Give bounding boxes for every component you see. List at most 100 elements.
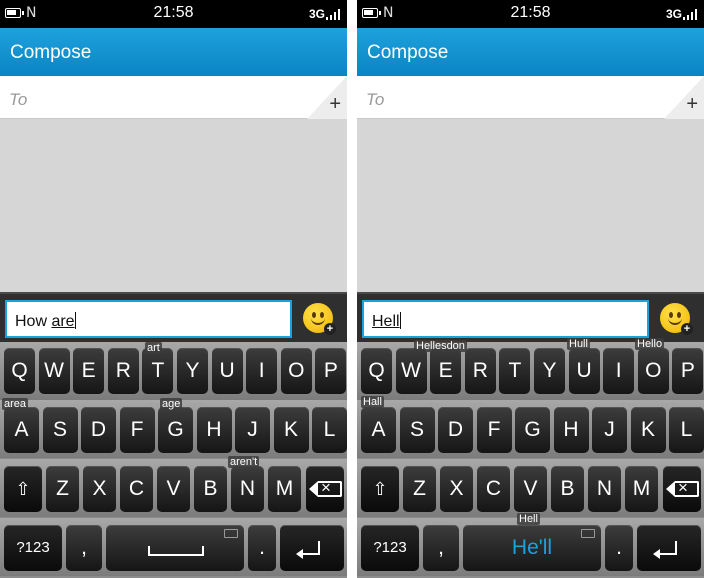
key-c[interactable]: C (120, 466, 153, 512)
word-suggestion[interactable]: art (145, 342, 162, 354)
key-o[interactable]: O (637, 348, 669, 394)
key-b[interactable]: B (551, 466, 584, 512)
key-q[interactable]: Q (361, 348, 392, 394)
key-w[interactable]: W (395, 348, 427, 394)
enter-key[interactable] (280, 525, 344, 571)
key-n[interactable]: N (588, 466, 621, 512)
key-n[interactable]: N (231, 466, 264, 512)
key-p[interactable]: P (672, 348, 704, 394)
key-f[interactable]: F (119, 407, 155, 453)
emoji-plus-icon: + (681, 323, 693, 335)
key-q[interactable]: Q (4, 348, 35, 394)
key-a[interactable]: A (4, 407, 39, 453)
clock: 21:58 (153, 4, 194, 21)
backspace-key[interactable] (306, 466, 344, 512)
key-m[interactable]: M (625, 466, 658, 512)
key-j[interactable]: J (235, 407, 270, 453)
add-recipient-button[interactable]: + (664, 76, 704, 119)
key-z[interactable]: Z (403, 466, 436, 512)
message-input[interactable]: How are (5, 300, 292, 338)
key-b[interactable]: B (194, 466, 227, 512)
key-x[interactable]: X (83, 466, 116, 512)
period-key[interactable]: . (248, 525, 276, 571)
key-k[interactable]: K (273, 407, 309, 453)
key-y[interactable]: Y (177, 348, 208, 394)
word-suggestion[interactable]: Hull (567, 338, 590, 350)
word-suggestion[interactable]: Hello (635, 338, 665, 350)
message-area (0, 119, 347, 292)
key-e[interactable]: E (430, 348, 462, 394)
predicted-word: He'll (511, 536, 553, 559)
to-field[interactable]: To + (0, 76, 347, 119)
key-e[interactable]: E (73, 348, 105, 394)
key-j[interactable]: J (592, 407, 627, 453)
key-g[interactable]: G (515, 407, 550, 453)
key-c[interactable]: C (477, 466, 510, 512)
key-a[interactable]: A (361, 407, 396, 453)
comma-key[interactable]: , (66, 525, 102, 571)
key-x[interactable]: X (440, 466, 473, 512)
word-suggestion[interactable]: aren't (228, 456, 260, 468)
key-z[interactable]: Z (46, 466, 79, 512)
key-l[interactable]: L (669, 407, 704, 453)
plus-icon: + (329, 93, 341, 115)
key-s[interactable]: S (42, 407, 78, 453)
key-r[interactable]: R (464, 348, 496, 394)
key-u[interactable]: U (211, 348, 243, 394)
space-bar[interactable]: He'll (463, 525, 601, 571)
key-i[interactable]: I (246, 348, 278, 394)
key-v[interactable]: V (514, 466, 547, 512)
emoji-icon[interactable]: + (303, 303, 336, 335)
to-placeholder: To (9, 90, 28, 109)
key-d[interactable]: D (438, 407, 473, 453)
screen-left: N 21:58 3G Compose To + How are + Q W E R T Y U I O P A S D F… (0, 0, 347, 578)
word-suggestion[interactable]: Hall (361, 396, 384, 408)
key-t[interactable]: T (142, 348, 174, 394)
to-field[interactable]: To + (357, 76, 704, 119)
symbols-key[interactable]: ?123 (4, 525, 62, 571)
keyboard: QWERTYUIOP ASDFGHJKL ⇧ ZXCVBNM ?123, He'll. (357, 342, 704, 578)
key-m[interactable]: M (268, 466, 301, 512)
key-t[interactable]: T (499, 348, 531, 394)
key-l[interactable]: L (312, 407, 347, 453)
input-bar: Hell + (357, 292, 704, 342)
text-cursor (74, 312, 76, 329)
key-v[interactable]: V (157, 466, 190, 512)
symbols-key[interactable]: ?123 (361, 525, 419, 571)
word-suggestion[interactable]: Hell (517, 513, 540, 525)
key-k[interactable]: K (630, 407, 666, 453)
period-key[interactable]: . (605, 525, 633, 571)
comma-key[interactable]: , (423, 525, 459, 571)
word-suggestion[interactable]: area (2, 398, 29, 410)
backspace-key[interactable] (663, 466, 701, 512)
enter-key[interactable] (637, 525, 701, 571)
key-d[interactable]: D (81, 407, 116, 453)
header: Compose (357, 28, 704, 76)
key-r[interactable]: R (107, 348, 139, 394)
emoji-icon[interactable]: + (660, 303, 693, 335)
word-suggestion[interactable]: Hellesdon (414, 340, 467, 352)
page-title: Compose (10, 42, 92, 63)
enter-icon (653, 541, 677, 559)
key-g[interactable]: G (158, 407, 193, 453)
key-f[interactable]: F (476, 407, 512, 453)
key-p[interactable]: P (315, 348, 347, 394)
space-bar[interactable] (106, 525, 244, 571)
screen-right: N 21:58 3G Compose To + Hell + Q W E R T Y U I O P A S D F G H J… (357, 0, 704, 578)
add-recipient-button[interactable]: + (307, 76, 347, 119)
message-input[interactable]: Hell (362, 300, 649, 338)
key-h[interactable]: H (553, 407, 589, 453)
shift-icon: ⇧ (15, 479, 31, 499)
backspace-icon (309, 478, 342, 498)
key-h[interactable]: H (196, 407, 232, 453)
key-s[interactable]: S (399, 407, 435, 453)
key-y[interactable]: Y (534, 348, 565, 394)
emoji-mouth (668, 318, 682, 325)
shift-key[interactable]: ⇧ (4, 466, 42, 512)
key-i[interactable]: I (603, 348, 635, 394)
key-u[interactable]: U (568, 348, 600, 394)
key-o[interactable]: O (280, 348, 312, 394)
word-suggestion[interactable]: age (160, 398, 183, 410)
shift-key[interactable]: ⇧ (361, 466, 399, 512)
key-w[interactable]: W (38, 348, 70, 394)
